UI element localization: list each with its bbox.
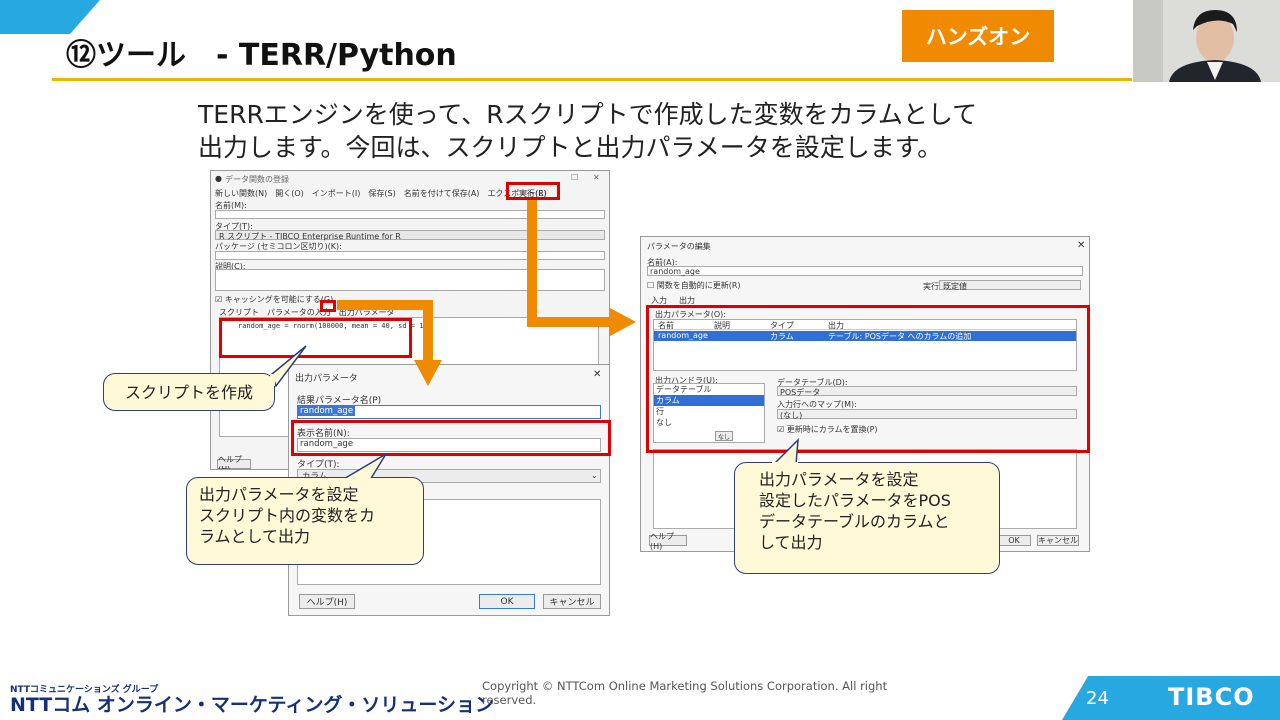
- right-callout-line-2: 設定したパラメータをPOS: [759, 491, 951, 510]
- arrow-tab-to-output: [337, 300, 442, 386]
- right-callout-line-3: データテーブルのカラムと: [759, 512, 950, 531]
- arrow-run-to-edit: [527, 200, 636, 336]
- left-callout-line-2: スクリプト内の変数をカ: [199, 506, 376, 525]
- left-callout-tail: [339, 453, 387, 482]
- script-callout-text: スクリプトを作成: [124, 382, 253, 402]
- right-callout-line-1: 出力パラメータを設定: [759, 470, 919, 489]
- left-callout-line-3: ラムとして出力: [199, 527, 311, 546]
- left-callout-line-1: 出力パラメータを設定: [199, 485, 359, 504]
- page-number: 24: [1086, 688, 1109, 709]
- right-callout-line-4: して出力: [759, 533, 823, 552]
- right-callout: 出力パラメータを設定 設定したパラメータをPOS データテーブルのカラムと して…: [734, 462, 1000, 574]
- right-callout-tail: [772, 438, 799, 466]
- copyright: Copyright © NTTCom Online Marketing Solu…: [482, 679, 888, 707]
- script-callout: スクリプトを作成: [103, 373, 275, 411]
- company-logo-text: NTTコム オンライン・マーケティング・ソリューション: [10, 694, 494, 716]
- tibco-logo: TIBCO: [1168, 683, 1255, 711]
- orange-arrows: [337, 200, 636, 386]
- left-callout: 出力パラメータを設定 スクリプト内の変数をカ ラムとして出力: [186, 477, 424, 565]
- script-callout-tail: [270, 345, 307, 388]
